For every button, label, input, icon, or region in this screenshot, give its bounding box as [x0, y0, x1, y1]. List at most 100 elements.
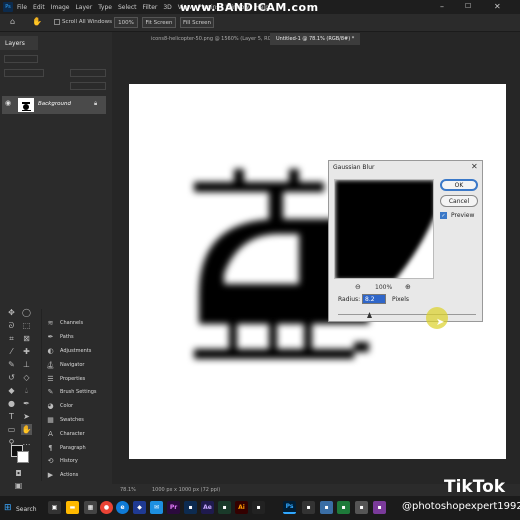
home-icon[interactable]: ⌂	[10, 17, 15, 26]
tab-layers[interactable]: Layers	[0, 36, 38, 50]
frame-tool-icon[interactable]: ⊠	[21, 333, 32, 344]
lasso-tool-icon[interactable]: ᘐ	[6, 320, 17, 331]
panel-paragraph[interactable]: ¶ Paragraph	[46, 442, 85, 454]
marquee-tool-icon[interactable]: ⬚	[21, 320, 32, 331]
windows-start-icon[interactable]: ⊞	[4, 503, 12, 513]
zoom-100-button[interactable]: 100%	[114, 17, 138, 28]
ok-button[interactable]: OK	[440, 179, 478, 191]
app-icon-dark-blue[interactable]: ▪	[184, 501, 197, 514]
menu-filter[interactable]: Filter	[143, 4, 158, 11]
premiere-icon[interactable]: Pr	[167, 501, 180, 514]
tiktok-username: @photoshopexpert1992	[402, 501, 520, 512]
panel-character[interactable]: A Character	[46, 428, 85, 440]
background-color-swatch[interactable]	[17, 451, 29, 463]
app-icon-gray[interactable]: ▪	[252, 501, 265, 514]
mail-icon[interactable]: ✉	[150, 501, 163, 514]
panel-actions[interactable]: ▶ Actions	[46, 469, 78, 481]
app-icon-misc-1[interactable]: ▪	[302, 501, 315, 514]
radius-slider-thumb[interactable]	[367, 312, 372, 318]
move-tool-icon[interactable]: ✥	[6, 307, 17, 318]
panel-swatches[interactable]: ▦ Swatches	[46, 414, 84, 426]
brush-settings-icon: ✎	[47, 388, 54, 396]
after-effects-icon[interactable]: Ae	[201, 501, 214, 514]
pixels-unit-label: Pixels	[392, 296, 410, 303]
app-icon-misc-2[interactable]: ▪	[320, 501, 333, 514]
store-icon[interactable]: ▦	[84, 501, 97, 514]
app-icon-green[interactable]: ▪	[218, 501, 231, 514]
radius-slider-track[interactable]	[338, 314, 476, 315]
panel-paths[interactable]: ✒ Paths	[46, 331, 74, 343]
mouse-cursor-icon: ➤	[436, 317, 445, 328]
panel-history[interactable]: ⟲ History	[46, 455, 78, 467]
dodge-tool-icon[interactable]: ●	[6, 398, 17, 409]
panel-brush-settings[interactable]: ✎ Brush Settings	[46, 386, 97, 398]
brush-tool-icon[interactable]: ✎	[6, 359, 17, 370]
path-selection-tool-icon[interactable]: ➤	[21, 411, 32, 422]
stamp-tool-icon[interactable]: ⊥	[21, 359, 32, 370]
pen-tool-icon[interactable]: ✒	[21, 398, 32, 409]
app-icon-misc-5[interactable]: ▪	[373, 501, 386, 514]
history-brush-tool-icon[interactable]: ↺	[6, 372, 17, 383]
quick-mask-icon[interactable]: ◘	[13, 468, 24, 479]
app-icon-misc-4[interactable]: ▪	[355, 501, 368, 514]
illustrator-icon[interactable]: Ai	[235, 501, 248, 514]
eraser-tool-icon[interactable]: ◇	[21, 372, 32, 383]
layer-filter-select[interactable]	[4, 55, 38, 63]
eye-visibility-icon[interactable]: ◉	[5, 99, 11, 107]
maximize-icon[interactable]: ☐	[465, 2, 475, 12]
radius-input[interactable]: 8.2	[362, 294, 386, 304]
preview-zoom-level: 100%	[375, 284, 393, 291]
panel-adjustments[interactable]: ◐ Adjustments	[46, 345, 91, 357]
menu-file[interactable]: File	[17, 4, 27, 11]
opacity-field[interactable]	[70, 69, 106, 77]
blend-mode-select[interactable]	[4, 69, 44, 77]
crop-tool-icon[interactable]: ⌗	[6, 333, 17, 344]
photoshop-logo-icon[interactable]: Ps	[3, 2, 13, 12]
hand-tool-icon-active[interactable]: ✋	[21, 424, 32, 435]
type-tool-icon[interactable]: T	[6, 411, 17, 422]
blur-preview-window[interactable]	[334, 179, 434, 279]
panel-color[interactable]: ◕ Color	[46, 400, 73, 412]
edge-icon[interactable]: e	[116, 501, 129, 514]
taskbar-search[interactable]: Search	[16, 506, 37, 513]
zoom-out-icon[interactable]: ⊖	[355, 283, 361, 291]
dialog-close-icon[interactable]: ✕	[471, 162, 478, 171]
scroll-all-checkbox[interactable]	[54, 19, 60, 25]
status-zoom[interactable]: 78.1%	[120, 487, 136, 493]
panel-navigator[interactable]: ⛵︎ Navigator	[46, 359, 84, 371]
blur-tool-icon[interactable]: 💧︎	[21, 385, 32, 396]
panel-dock: ≋ Channels ✒ Paths ◐ Adjustments ⛵︎ Navigato…	[41, 309, 111, 481]
paths-icon: ✒	[47, 333, 54, 341]
cancel-button[interactable]: Cancel	[440, 195, 478, 207]
minimize-icon[interactable]: –	[440, 2, 450, 12]
task-view-icon[interactable]: ▣	[48, 501, 61, 514]
menu-3d[interactable]: 3D	[163, 4, 171, 11]
menu-select[interactable]: Select	[118, 4, 137, 11]
app-icon-blue[interactable]: ◆	[133, 501, 146, 514]
hand-tool-icon[interactable]: ✋	[32, 17, 42, 26]
artboard-tool-icon[interactable]: ◯	[21, 307, 32, 318]
eyedropper-tool-icon[interactable]: ⁄	[6, 346, 17, 357]
fit-screen-button[interactable]: Fit Screen	[142, 17, 176, 28]
zoom-in-icon[interactable]: ⊕	[405, 283, 411, 291]
fill-field[interactable]	[70, 82, 106, 90]
panel-channels[interactable]: ≋ Channels	[46, 317, 84, 329]
preview-checkbox[interactable]: ✓	[440, 212, 447, 219]
chrome-icon[interactable]: ●	[100, 501, 113, 514]
screen-mode-icon[interactable]: ▣	[13, 480, 24, 491]
menu-type[interactable]: Type	[98, 4, 112, 11]
channels-icon: ≋	[47, 319, 54, 327]
paint-bucket-tool-icon[interactable]: ◆	[6, 385, 17, 396]
menu-layer[interactable]: Layer	[75, 4, 92, 11]
fill-screen-button[interactable]: Fill Screen	[180, 17, 214, 28]
app-icon-misc-3[interactable]: ▪	[337, 501, 350, 514]
menu-image[interactable]: Image	[51, 4, 70, 11]
panel-properties[interactable]: ☰ Properties	[46, 373, 85, 385]
close-icon[interactable]: ✕	[494, 2, 504, 12]
tab-untitled-doc[interactable]: Untitled-1 @ 78.1% (RGB/8#) *	[270, 33, 361, 45]
menu-edit[interactable]: Edit	[33, 4, 45, 11]
file-explorer-icon[interactable]: ▬	[66, 501, 79, 514]
photoshop-taskbar-icon[interactable]: Ps	[283, 501, 296, 514]
healing-tool-icon[interactable]: ✚	[21, 346, 32, 357]
rectangle-tool-icon[interactable]: ▭	[6, 424, 17, 435]
